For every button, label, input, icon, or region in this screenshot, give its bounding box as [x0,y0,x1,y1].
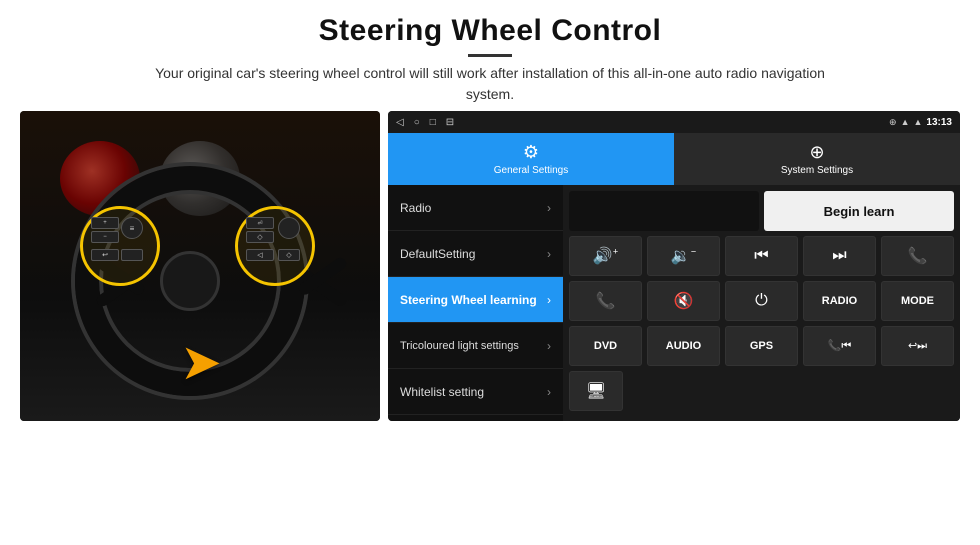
back-icon[interactable]: ◁ [396,117,404,128]
control-row-2: 📞 🔇 ⏻ RADIO MODE [569,281,954,321]
volume-down-icon: 🔉− [671,246,696,266]
android-ui: ◁ ○ □ ⊟ ⊕ ▲ ▲ 13:13 ⚙ General Settings [388,111,960,421]
next-track-icon: ⏭ [832,247,846,265]
menu-list: Radio › DefaultSetting › Steering Wheel … [388,185,563,421]
radio-label: RADIO [822,295,857,307]
menu-steering-label: Steering Wheel learning [400,293,537,307]
status-bar: ◁ ○ □ ⊟ ⊕ ▲ ▲ 13:13 [388,111,960,133]
call-next-button[interactable]: ↩⏭ [881,326,954,366]
dvd-button[interactable]: DVD [569,326,642,366]
begin-learn-row: Begin learn [569,191,954,231]
tab-general[interactable]: ⚙ General Settings [388,133,674,185]
call-prev-icon: 📞⏮ [828,339,852,353]
power-icon: ⏻ [755,292,768,310]
menu-item-whitelist[interactable]: Whitelist setting › [388,369,563,415]
right-button-circle: ⏎ ◇ ◁ ◇ [235,206,315,286]
next-track-button[interactable]: ⏭ [803,236,876,276]
menu-default-label: DefaultSetting [400,247,475,261]
chevron-steering: › [547,293,551,307]
prev-track-button[interactable]: ⏮ [725,236,798,276]
gps-label: GPS [750,340,773,352]
mute-icon: 🔇 [674,291,694,311]
call-prev-button[interactable]: 📞⏮ [803,326,876,366]
extra-icon: 🖥 [586,381,606,401]
control-row-3: DVD AUDIO GPS 📞⏮ ↩⏭ [569,326,954,366]
control-row-1: 🔊+ 🔉− ⏮ ⏭ 📞 [569,236,954,276]
gps-button[interactable]: GPS [725,326,798,366]
extra-button[interactable]: 🖥 [569,371,623,411]
menu-item-default[interactable]: DefaultSetting › [388,231,563,277]
volume-up-button[interactable]: 🔊+ [569,236,642,276]
menu-radio-label: Radio [400,201,431,215]
power-button[interactable]: ⏻ [725,281,798,321]
clock: 13:13 [926,117,952,128]
audio-label: AUDIO [666,340,701,352]
menu-tricoloured-label: Tricoloured light settings [400,340,519,352]
steering-wheel-image: + − ↩ ≡ ⏎ ◇ ◁ ◇ ➤ [20,111,380,421]
chevron-whitelist: › [547,385,551,399]
page-title: Steering Wheel Control [20,14,960,48]
control-panel: Begin learn 🔊+ 🔉− ⏮ [563,185,960,421]
call-icon: 📞 [908,246,928,266]
status-bar-left: ◁ ○ □ ⊟ [396,117,454,128]
tab-system-label: System Settings [781,165,853,176]
chevron-tricoloured: › [547,339,551,353]
general-settings-icon: ⚙ [523,142,539,163]
chevron-radio: › [547,201,551,215]
tab-general-label: General Settings [494,165,569,176]
audio-button[interactable]: AUDIO [647,326,720,366]
menu-item-radio[interactable]: Radio › [388,185,563,231]
hangup-icon: 📞 [596,291,616,311]
volume-down-button[interactable]: 🔉− [647,236,720,276]
empty-space [569,191,759,231]
mode-button[interactable]: MODE [881,281,954,321]
menu-item-tricoloured[interactable]: Tricoloured light settings › [388,323,563,369]
control-row-4: 🖥 [569,371,954,411]
status-bar-right: ⊕ ▲ ▲ 13:13 [889,117,952,128]
system-settings-icon: ⊕ [809,142,824,163]
tab-bar: ⚙ General Settings ⊕ System Settings [388,133,960,185]
begin-learn-button[interactable]: Begin learn [764,191,954,231]
recents-icon[interactable]: □ [430,117,436,128]
signal-icon: ▲ [914,117,923,127]
chevron-default: › [547,247,551,261]
mute-button[interactable]: 🔇 [647,281,720,321]
left-button-circle: + − ↩ ≡ [80,206,160,286]
title-divider [468,54,512,57]
prev-track-icon: ⏮ [754,247,768,265]
mode-label: MODE [901,295,934,307]
subtitle-text: Your original car's steering wheel contr… [140,63,840,105]
content-area: + − ↩ ≡ ⏎ ◇ ◁ ◇ ➤ ◁ ○ [0,111,980,545]
radio-button[interactable]: RADIO [803,281,876,321]
wifi-icon: ▲ [901,117,910,127]
call-next-icon: ↩⏭ [908,339,927,353]
dvd-label: DVD [594,340,617,352]
menu-item-steering[interactable]: Steering Wheel learning › [388,277,563,323]
volume-up-icon: 🔊+ [593,246,618,266]
call-button[interactable]: 📞 [881,236,954,276]
menu-icon[interactable]: ⊟ [446,117,454,128]
arrow-indicator: ➤ [180,333,222,391]
menu-whitelist-label: Whitelist setting [400,385,484,399]
page-wrapper: Steering Wheel Control Your original car… [0,0,980,545]
gps-status-icon: ⊕ [889,117,897,128]
home-icon[interactable]: ○ [414,117,420,128]
tab-system[interactable]: ⊕ System Settings [674,133,960,185]
header-section: Steering Wheel Control Your original car… [0,0,980,111]
content-split: Radio › DefaultSetting › Steering Wheel … [388,185,960,421]
hangup-button[interactable]: 📞 [569,281,642,321]
